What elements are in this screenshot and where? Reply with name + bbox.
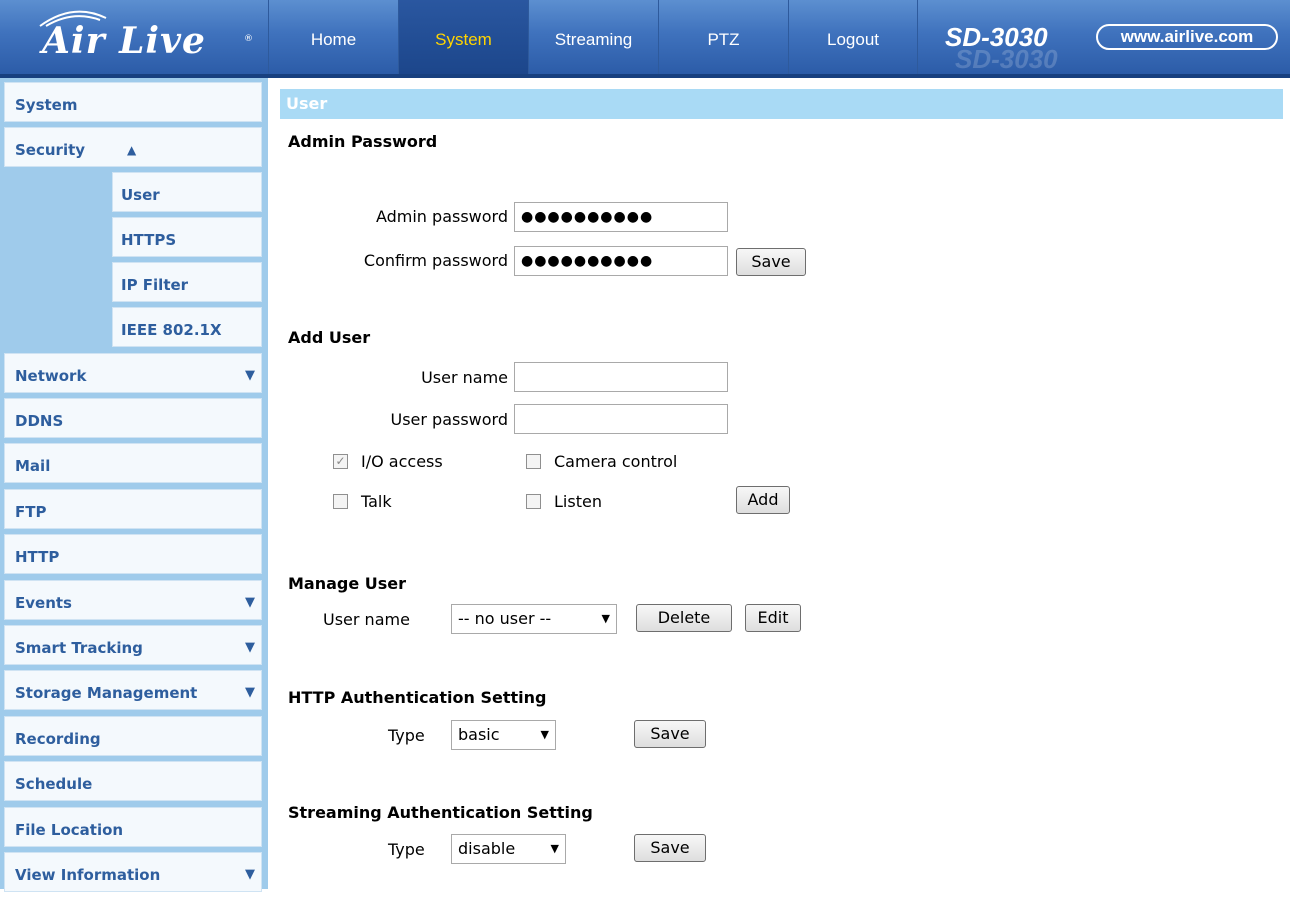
sidebar-item-network[interactable]: Network ▼ xyxy=(4,353,262,393)
sidebar-item-view-information[interactable]: View Information ▼ xyxy=(4,852,262,892)
admin-password-field[interactable]: ●●●●●●●●●● xyxy=(514,202,728,232)
user-password-field[interactable] xyxy=(514,404,728,434)
expand-arrow-icon: ▼ xyxy=(245,685,255,700)
tab-logout[interactable]: Logout xyxy=(788,0,918,74)
top-banner: Air Live ® Home System Streaming PTZ Log… xyxy=(0,0,1290,78)
sidebar-item-recording[interactable]: Recording xyxy=(4,716,262,756)
registered-mark: ® xyxy=(244,34,253,44)
sidebar-item-storage-management[interactable]: Storage Management ▼ xyxy=(4,670,262,710)
http-auth-save-button[interactable]: Save xyxy=(634,720,706,748)
http-auth-type-value: basic xyxy=(458,725,500,744)
sidebar-item-label: HTTP xyxy=(15,548,60,566)
sidebar-item-label: Smart Tracking xyxy=(15,639,143,657)
http-auth-type-select[interactable]: basic ▼ xyxy=(451,720,556,750)
sidebar-item-file-location[interactable]: File Location xyxy=(4,807,262,847)
add-user-button[interactable]: Add xyxy=(736,486,790,514)
expand-arrow-icon: ▼ xyxy=(245,595,255,610)
sidebar-item-label: Recording xyxy=(15,730,101,748)
camera-control-checkbox[interactable] xyxy=(526,454,541,469)
sidebar-item-security[interactable]: Security ▲ xyxy=(4,127,262,167)
user-name-field[interactable] xyxy=(514,362,728,392)
manage-user-heading: Manage User xyxy=(288,574,407,593)
edit-user-button[interactable]: Edit xyxy=(745,604,801,632)
brand-url[interactable]: www.airlive.com xyxy=(1096,24,1278,50)
add-user-heading: Add User xyxy=(288,328,371,347)
http-auth-type-label: Type xyxy=(388,726,425,745)
sidebar: System Security ▲ User HTTPS IP Filter IE… xyxy=(0,78,268,892)
sidebar-item-mail[interactable]: Mail xyxy=(4,443,262,483)
tab-streaming[interactable]: Streaming xyxy=(528,0,658,74)
sidebar-item-label: Mail xyxy=(15,457,51,475)
sidebar-subitem-label: HTTPS xyxy=(121,231,177,249)
camera-control-label: Camera control xyxy=(554,452,678,471)
sidebar-item-label: File Location xyxy=(15,821,124,839)
streaming-auth-type-label: Type xyxy=(388,840,425,859)
tab-ptz[interactable]: PTZ xyxy=(658,0,788,74)
sidebar-subitem-label: IP Filter xyxy=(121,276,189,294)
sidebar-item-label: FTP xyxy=(15,503,47,521)
sidebar-item-http[interactable]: HTTP xyxy=(4,534,262,574)
streaming-auth-type-value: disable xyxy=(458,839,516,858)
expand-arrow-icon: ▼ xyxy=(245,867,255,882)
sidebar-item-ftp[interactable]: FTP xyxy=(4,489,262,529)
sidebar-subitem-user[interactable]: User xyxy=(112,172,262,212)
dropdown-caret-icon: ▼ xyxy=(601,612,610,625)
airlive-logo: Air Live ® xyxy=(14,4,253,70)
admin-password-heading: Admin Password xyxy=(288,132,438,151)
page-title: User xyxy=(280,89,1283,119)
collapse-arrow-icon: ▲ xyxy=(127,143,137,157)
model-name: SD-3030 xyxy=(945,22,1048,52)
sidebar-item-label: Storage Management xyxy=(15,684,198,702)
listen-checkbox[interactable] xyxy=(526,494,541,509)
sidebar-item-label: Network xyxy=(15,367,87,385)
logo-text: Air Live xyxy=(42,20,206,62)
dropdown-caret-icon: ▼ xyxy=(540,728,549,741)
io-access-checkbox[interactable]: ✓ xyxy=(333,454,348,469)
sidebar-item-label: System xyxy=(15,96,78,114)
tab-system[interactable]: System xyxy=(398,0,528,74)
sidebar-item-label: View Information xyxy=(15,866,161,884)
talk-label: Talk xyxy=(361,492,392,511)
tab-home[interactable]: Home xyxy=(268,0,398,74)
admin-save-button[interactable]: Save xyxy=(736,248,806,276)
user-name-label: User name xyxy=(421,368,508,387)
confirm-password-label: Confirm password xyxy=(363,251,508,270)
sidebar-subitem-https[interactable]: HTTPS xyxy=(112,217,262,257)
listen-label: Listen xyxy=(554,492,602,511)
user-select-value: -- no user -- xyxy=(458,609,552,628)
expand-arrow-icon: ▼ xyxy=(245,368,255,383)
user-password-label: User password xyxy=(390,410,508,429)
sidebar-item-events[interactable]: Events ▼ xyxy=(4,580,262,620)
user-select[interactable]: -- no user -- ▼ xyxy=(451,604,617,634)
admin-password-label: Admin password xyxy=(375,207,508,226)
sidebar-item-label: Events xyxy=(15,594,72,612)
expand-arrow-icon: ▼ xyxy=(245,640,255,655)
sidebar-subitem-label: IEEE 802.1X xyxy=(121,321,222,339)
streaming-auth-heading: Streaming Authentication Setting xyxy=(288,803,593,822)
delete-user-button[interactable]: Delete xyxy=(636,604,732,632)
sidebar-subitem-ieee-8021x[interactable]: IEEE 802.1X xyxy=(112,307,262,347)
sidebar-item-label: DDNS xyxy=(15,412,64,430)
sidebar-item-schedule[interactable]: Schedule xyxy=(4,761,262,801)
sidebar-subitem-label: User xyxy=(121,186,160,204)
sidebar-item-system[interactable]: System xyxy=(4,82,262,122)
sidebar-item-smart-tracking[interactable]: Smart Tracking ▼ xyxy=(4,625,262,665)
sidebar-item-label: Security xyxy=(15,141,86,159)
dropdown-caret-icon: ▼ xyxy=(550,842,559,855)
confirm-password-field[interactable]: ●●●●●●●●●● xyxy=(514,246,728,276)
io-access-label: I/O access xyxy=(361,452,443,471)
talk-checkbox[interactable] xyxy=(333,494,348,509)
sidebar-item-label: Schedule xyxy=(15,775,93,793)
streaming-auth-save-button[interactable]: Save xyxy=(634,834,706,862)
sidebar-item-ddns[interactable]: DDNS xyxy=(4,398,262,438)
manage-user-name-label: User name xyxy=(323,610,410,629)
http-auth-heading: HTTP Authentication Setting xyxy=(288,688,547,707)
sidebar-subitem-ip-filter[interactable]: IP Filter xyxy=(112,262,262,302)
streaming-auth-type-select[interactable]: disable ▼ xyxy=(451,834,566,864)
main-nav: Home System Streaming PTZ Logout xyxy=(268,0,918,74)
